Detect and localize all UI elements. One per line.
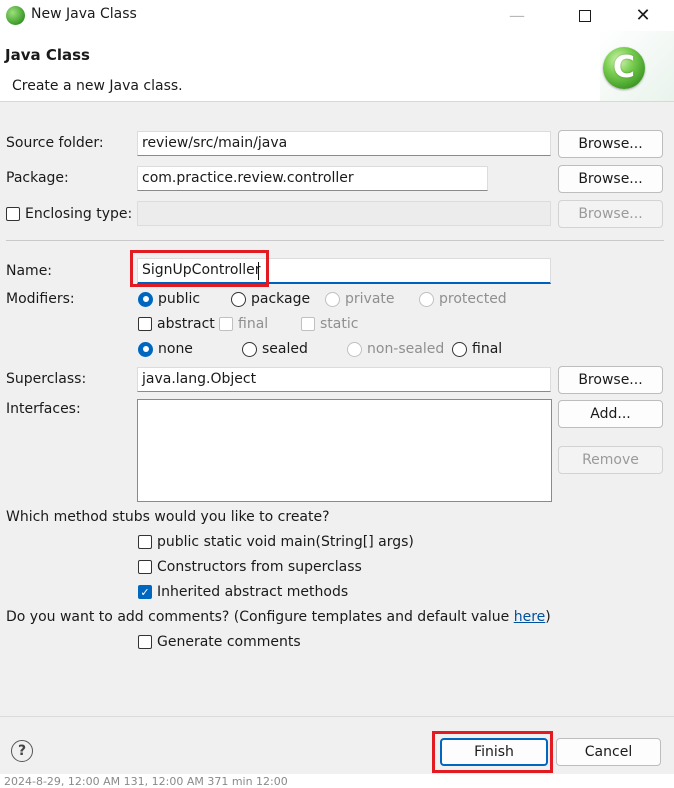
radio-label: none [158,341,193,357]
checkbox-static: static [301,316,358,332]
radio-label: sealed [262,341,308,357]
interfaces-label: Interfaces: [6,401,81,417]
close-icon: ✕ [635,5,651,26]
remove-interface-button: Remove [558,446,663,474]
maximize-button[interactable] [562,0,608,31]
help-button[interactable]: ? [11,740,33,762]
checkbox-label: abstract [157,316,215,332]
minimize-button[interactable]: — [494,0,540,31]
help-icon: ? [17,743,27,759]
radio-package[interactable]: package [231,291,310,307]
page-subtitle: Create a new Java class. [12,78,183,94]
radio-label: protected [439,291,507,307]
footer-separator [0,716,674,717]
radio-label: final [472,341,503,357]
stubs-question: Which method stubs would you like to cre… [6,509,330,525]
checkbox-label: public static void main(String[] args) [157,534,414,550]
checkbox-box [301,317,315,331]
checkbox-box [6,207,20,221]
maximize-icon [579,9,591,22]
minimize-icon: — [509,6,525,25]
title-bar: New Java Class — ✕ [0,0,674,31]
radio-dot [242,341,257,357]
checkbox-box [138,317,152,331]
package-label: Package: [6,170,69,186]
radio-dot [347,341,362,357]
package-input[interactable]: com.practice.review.controller [137,166,488,191]
text-caret [258,262,259,280]
checkbox-box [219,317,233,331]
checkbox-main-method[interactable]: public static void main(String[] args) [138,534,414,550]
background-text: 2024-8-29, 12:00 AM 131, 12:00 AM 371 mi… [4,775,288,788]
comments-question: Do you want to add comments? (Configure … [6,609,551,625]
checkbox-constructors[interactable]: Constructors from superclass [138,559,362,575]
checkbox-label: Generate comments [157,634,301,650]
separator [6,240,664,241]
superclass-input[interactable]: java.lang.Object [137,367,551,392]
radio-label: package [251,291,311,307]
radio-dot [452,341,467,357]
radio-final[interactable]: final [452,341,502,357]
checkbox-box [138,560,152,574]
eclipse-app-icon [6,6,25,25]
source-folder-input[interactable]: review/src/main/java [137,131,551,156]
checkbox-label: static [320,316,359,332]
modifiers-label: Modifiers: [6,291,75,307]
radio-sealed[interactable]: sealed [242,341,308,357]
checkbox-box [138,535,152,549]
radio-none[interactable]: none [138,341,193,357]
checkbox-label: final [238,316,269,332]
radio-dot [138,291,153,307]
radio-dot [138,341,153,357]
name-label: Name: [6,263,53,279]
interfaces-list[interactable] [137,399,552,502]
page-title: Java Class [5,46,90,64]
cancel-button[interactable]: Cancel [556,738,661,766]
comments-question-close: ) [545,609,551,625]
checkbox-label: Constructors from superclass [157,559,362,575]
superclass-label: Superclass: [6,371,87,387]
add-interface-button[interactable]: Add... [558,400,663,428]
checkbox-inherited-abstract[interactable]: ✓ Inherited abstract methods [138,584,348,600]
comments-question-text: Do you want to add comments? (Configure … [6,609,514,625]
window-title: New Java Class [31,6,137,22]
checkbox-final: final [219,316,268,332]
radio-public[interactable]: public [138,291,200,307]
checkbox-generate-comments[interactable]: Generate comments [138,634,301,650]
configure-templates-link[interactable]: here [514,609,546,625]
radio-non-sealed: non-sealed [347,341,444,357]
close-button[interactable]: ✕ [620,0,666,31]
source-folder-label: Source folder: [6,135,104,151]
checkbox-label: Inherited abstract methods [157,584,349,600]
finish-highlight-box [432,731,553,773]
enclosing-type-browse-button: Browse... [558,200,663,228]
package-browse-button[interactable]: Browse... [558,165,663,193]
name-highlight-box [130,250,269,287]
enclosing-type-input [137,201,551,226]
radio-label: public [158,291,201,307]
radio-dot [419,291,434,307]
source-folder-browse-button[interactable]: Browse... [558,130,663,158]
radio-dot [325,291,340,307]
radio-protected: protected [419,291,507,307]
wizard-header: Java Class Create a new Java class. C [0,31,674,102]
checkbox-abstract[interactable]: abstract [138,316,215,332]
java-class-icon: C [603,47,645,89]
radio-label: private [345,291,395,307]
enclosing-type-checkbox[interactable]: Enclosing type: [6,206,132,222]
enclosing-type-label: Enclosing type: [25,206,133,222]
radio-private: private [325,291,395,307]
radio-dot [231,291,246,307]
checkmark-icon: ✓ [138,585,152,599]
radio-label: non-sealed [367,341,445,357]
superclass-browse-button[interactable]: Browse... [558,366,663,394]
background-window-strip: 2024-8-29, 12:00 AM 131, 12:00 AM 371 mi… [0,774,674,788]
checkbox-box [138,635,152,649]
